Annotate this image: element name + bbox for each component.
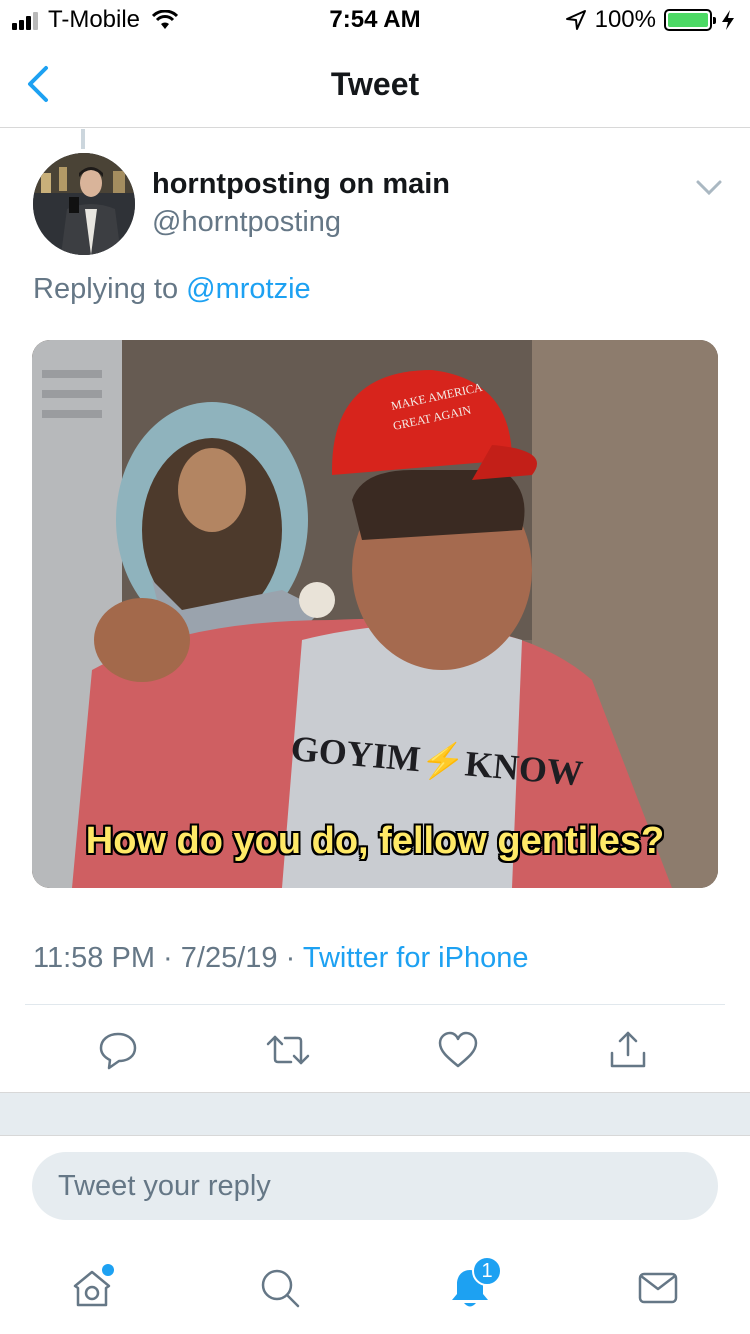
home-new-dot xyxy=(102,1264,114,1276)
status-bar: T-Mobile 7:54 AM 100% xyxy=(0,0,750,40)
replying-to-line: Replying to @mrotzie xyxy=(33,273,311,306)
tweet-action-bar xyxy=(0,1006,750,1092)
meme-caption: How do you do, fellow gentiles? xyxy=(85,820,665,862)
author-name[interactable]: horntposting on main xyxy=(152,168,450,201)
avatar-image xyxy=(33,153,135,255)
tab-notifications[interactable]: 1 xyxy=(440,1256,502,1318)
search-icon xyxy=(261,1269,300,1308)
tweet-time: 11:58 PM xyxy=(33,942,155,974)
battery-percent: 100% xyxy=(594,6,656,33)
meme-illustration: MAKE AMERICA GREAT AGAIN GOYIM⚡KNOW xyxy=(32,340,718,888)
reply-button[interactable] xyxy=(94,1026,142,1074)
battery-level xyxy=(668,13,708,27)
charging-bolt-icon xyxy=(722,10,734,30)
tab-messages[interactable] xyxy=(628,1258,688,1318)
notifications-badge: 1 xyxy=(472,1256,502,1286)
reply-composer[interactable] xyxy=(32,1152,718,1220)
status-right: 100% xyxy=(565,6,736,34)
tweet-media-image[interactable]: MAKE AMERICA GREAT AGAIN GOYIM⚡KNOW How … xyxy=(32,340,718,888)
reply-icon xyxy=(99,1032,137,1070)
thread-connector-line xyxy=(81,129,85,149)
divider xyxy=(25,1004,725,1005)
reply-mention-link[interactable]: @mrotzie xyxy=(186,273,311,305)
avatar[interactable] xyxy=(33,153,135,255)
tweet-source-link[interactable]: Twitter for iPhone xyxy=(303,942,529,974)
author-handle[interactable]: @horntposting xyxy=(152,206,341,239)
replying-to-prefix: Replying to xyxy=(33,273,179,305)
retweet-icon xyxy=(266,1035,310,1065)
like-button[interactable] xyxy=(434,1026,482,1074)
reply-input[interactable] xyxy=(58,1169,692,1203)
tab-home[interactable] xyxy=(62,1258,122,1318)
share-button[interactable] xyxy=(604,1026,652,1074)
tweet-date: 7/25/19 xyxy=(180,942,278,974)
meta-separator-1: · xyxy=(163,942,173,974)
nav-bar: Tweet xyxy=(0,40,750,128)
page-title: Tweet xyxy=(330,66,420,102)
retweet-button[interactable] xyxy=(264,1026,312,1074)
share-icon xyxy=(610,1031,646,1068)
tweet-options-button[interactable] xyxy=(694,176,724,200)
section-gap xyxy=(0,1092,750,1136)
chevron-down-icon xyxy=(696,180,722,196)
location-arrow-icon xyxy=(565,10,586,30)
tweet-meta: 11:58 PM · 7/25/19 · Twitter for iPhone xyxy=(33,942,528,975)
tab-bar: 1 xyxy=(0,1238,750,1334)
battery-icon xyxy=(664,9,716,31)
messages-icon xyxy=(638,1272,678,1304)
like-icon xyxy=(438,1031,478,1068)
meta-separator-2: · xyxy=(285,942,296,974)
tab-search[interactable] xyxy=(250,1258,310,1318)
